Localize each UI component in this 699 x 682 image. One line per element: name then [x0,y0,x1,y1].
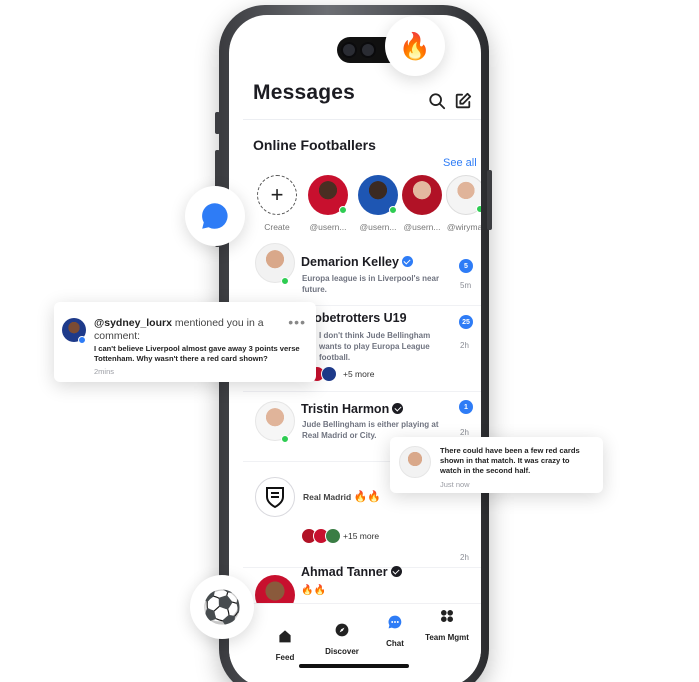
unread-count-badge: 1 [459,400,473,414]
chat-bubble-icon [202,203,228,229]
mention-notification-card[interactable]: @sydney_lourx mentioned you in a comment… [54,302,316,382]
reply-notification-card[interactable]: There could have been a few red cards sh… [390,437,603,493]
reply-text: There could have been a few red cards sh… [440,446,580,475]
member-avatar [325,528,341,544]
conversation-name-text: Ahmad Tanner [301,565,388,579]
power-button [487,170,492,230]
home-icon [279,630,291,643]
header-divider [243,119,481,120]
conversation-name: Demarion Kelley [301,255,413,269]
message-time: 2h [460,428,469,437]
reply-time: Just now [440,480,470,489]
verified-badge-icon [401,256,413,267]
compass-icon [335,623,349,637]
more-members-label: +15 more [343,531,380,541]
avatar [255,243,295,283]
message-preview: Europa league is in Liverpool's near fut… [302,274,440,294]
mention-username[interactable]: @sydney_lourx [94,317,172,329]
conversation-name-text: Real Madrid [303,492,352,502]
compose-icon[interactable] [454,92,472,110]
camera-lens-icon [360,42,376,58]
message-preview: I don't think Jude Bellingham wants to p… [319,331,431,362]
online-status-dot [281,277,289,285]
conversation-name-text: Demarion Kelley [301,255,399,269]
tab-team-mgmt[interactable]: Team Mgmt [417,608,477,642]
tab-chat[interactable]: Chat [365,614,425,648]
club-crest-icon [255,477,295,517]
mention-comment-text: I can't believe Liverpool almost gave aw… [94,344,300,363]
online-user[interactable]: @usern... [399,175,445,232]
search-icon[interactable] [428,92,446,110]
chat-icon [388,615,402,629]
football-icon: ⚽ [202,589,242,625]
avatar [446,175,481,215]
fire-emoji-icon: 🔥🔥 [301,585,326,596]
mention-time: 2mins [94,367,115,376]
see-all-link[interactable]: See all [443,157,477,169]
avatar [402,175,442,215]
message-time: 2h [460,553,469,562]
more-members-label: +5 more [343,369,375,379]
chat-bubble-button[interactable] [185,186,245,246]
create-story-button[interactable]: + Create [254,175,300,232]
verified-badge-icon [390,566,402,577]
tab-feed[interactable]: Feed [255,628,315,662]
tab-label: Feed [275,653,295,662]
online-footballers-title: Online Footballers [253,137,376,153]
avatar [255,401,295,441]
message-time: 2h [460,341,469,350]
username-label: @wirymar [446,222,481,232]
username-label: @usern... [359,222,397,232]
conversation-name: Tristin Harmon [301,402,404,416]
tab-label: Team Mgmt [425,633,469,642]
conversation-name-text: Tristin Harmon [301,402,390,416]
member-avatar [321,366,337,382]
fire-reaction-button[interactable]: 🔥 [385,16,445,76]
chat-badge-icon [78,336,86,344]
username-label: @usern... [403,222,441,232]
page-title: Messages [253,81,355,104]
avatar [399,446,431,478]
unread-count-badge: 5 [459,259,473,273]
online-user[interactable]: @wirymar [443,175,481,232]
mute-switch [215,112,220,134]
online-user[interactable]: @usern... [305,175,351,232]
online-status-dot [389,206,397,214]
unread-count-badge: 25 [459,315,473,329]
home-indicator [299,664,409,668]
row-divider [243,391,481,392]
conversation-name: Real Madrid 🔥🔥 [303,490,381,503]
camera-lens-icon [341,42,357,58]
more-dots-icon[interactable]: ••• [288,314,306,330]
message-time: 5m [460,281,472,290]
conversation-name: Ahmad Tanner [301,565,402,579]
verified-badge-icon [392,403,404,414]
mention-header: @sydney_lourx mentioned you in a comment… [94,317,294,343]
tab-label: Chat [386,639,404,648]
tab-label: Discover [325,647,359,656]
fire-emoji-icon: 🔥🔥 [353,491,381,503]
bottom-tab-bar: Feed Discover Chat Team Mgmt [229,603,481,682]
plus-icon: + [257,175,297,215]
fire-emoji-icon: 🔥 [398,30,432,61]
avatar [308,175,348,215]
username-label: @usern... [309,222,347,232]
online-user[interactable]: @usern... [355,175,401,232]
conversation-name: Globetrotters U19 [301,311,407,325]
tab-discover[interactable]: Discover [312,622,372,656]
online-status-dot [339,206,347,214]
avatar [358,175,398,215]
online-status-dot [476,205,481,213]
football-button[interactable]: ⚽ [190,575,254,639]
online-status-dot [281,435,289,443]
team-icon [441,610,453,622]
create-label: Create [264,222,290,232]
